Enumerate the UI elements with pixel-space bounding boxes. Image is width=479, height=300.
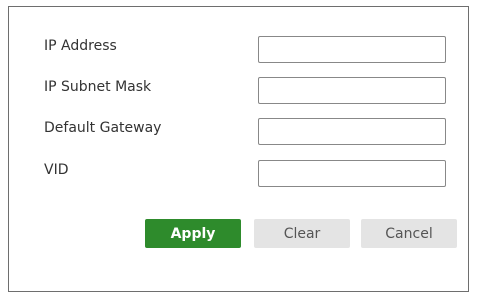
ip-subnet-mask-label: IP Subnet Mask [44,79,152,95]
default-gateway-row: Default Gateway [9,115,468,145]
default-gateway-input[interactable] [258,118,446,145]
network-settings-dialog: IP Address IP Subnet Mask Default Gatewa… [8,6,469,292]
ip-address-input[interactable] [258,36,446,63]
vid-label: VID [44,162,69,178]
clear-button[interactable]: Clear [254,219,350,248]
ip-subnet-mask-input[interactable] [258,77,446,104]
vid-row: VID [9,157,468,187]
ip-address-row: IP Address [9,33,468,63]
vid-input[interactable] [258,160,446,187]
cancel-button[interactable]: Cancel [361,219,457,248]
ip-subnet-mask-row: IP Subnet Mask [9,74,468,104]
default-gateway-label: Default Gateway [44,120,162,136]
apply-button[interactable]: Apply [145,219,241,248]
ip-address-label: IP Address [44,38,117,54]
